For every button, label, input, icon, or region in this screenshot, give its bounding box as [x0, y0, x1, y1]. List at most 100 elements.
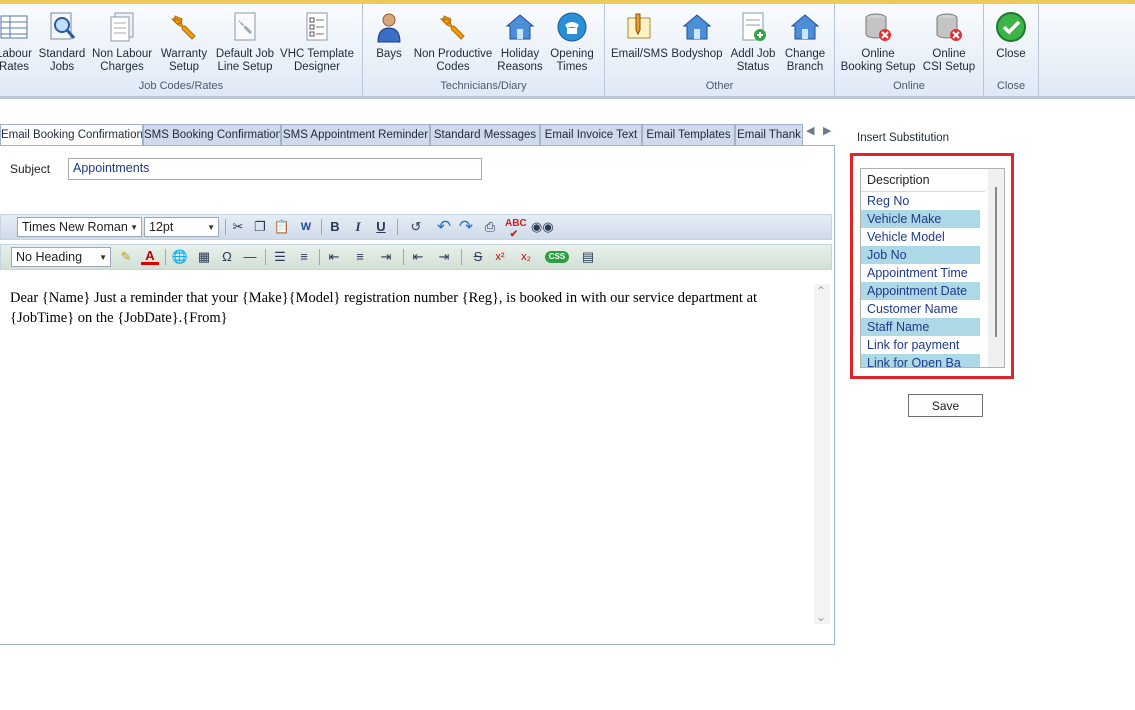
tab-email-invoice-text[interactable]: Email Invoice Text [540, 124, 642, 146]
ribbon-group-other: Email/SMS Bodyshop Addl Job Status Chang… [605, 4, 835, 96]
online-csi-setup-button[interactable]: Online CSI Setup [919, 10, 979, 74]
warranty-setup-button[interactable]: Warranty Setup [156, 10, 212, 74]
online-csi-setup-label: Online CSI Setup [922, 48, 976, 73]
copy-icon[interactable]: ❐ [251, 218, 269, 236]
substitution-item[interactable]: Link for Open Ba [861, 354, 980, 367]
save-button[interactable]: Save [908, 394, 983, 417]
vhc-template-designer-button[interactable]: VHC Template Designer [278, 10, 356, 74]
paste-icon[interactable]: 📋 [273, 218, 291, 236]
bold-icon[interactable]: B [326, 218, 344, 236]
align-center-icon[interactable]: ≡ [351, 248, 369, 266]
italic-icon[interactable]: I [349, 218, 367, 236]
non-labour-charges-button[interactable]: Non Labour Charges [92, 10, 152, 74]
font-color-icon[interactable]: A [141, 248, 159, 265]
checklist-icon [306, 12, 328, 41]
magnifier-doc-icon [50, 12, 76, 40]
substitution-item[interactable]: Staff Name [861, 318, 980, 336]
outdent-icon[interactable]: ⇤ [409, 248, 427, 266]
tab-email-booking-confirmation[interactable]: Email Booking Confirmation [0, 124, 143, 147]
non-productive-codes-button[interactable]: Non Productive Codes [413, 10, 493, 74]
paste-word-icon[interactable]: W [297, 218, 315, 236]
substitution-list[interactable]: Description Reg No Vehicle Make Vehicle … [860, 168, 1005, 368]
online-booking-setup-label: Online Booking Setup [840, 48, 916, 73]
tab-standard-messages[interactable]: Standard Messages [430, 124, 540, 146]
bays-button[interactable]: Bays [367, 10, 411, 61]
tab-scroll-left-icon[interactable]: ◀ [806, 124, 814, 137]
ribbon-group-job-codes: Labour Rates Standard Jobs Non Labour Ch… [0, 4, 363, 96]
labour-rates-button[interactable]: Labour Rates [0, 10, 40, 74]
undo-icon[interactable]: ↶ [435, 218, 453, 236]
bullet-list-icon[interactable]: ≡ [295, 248, 313, 266]
wrench-icon [171, 15, 196, 40]
scroll-up-icon[interactable]: ⌃ [816, 284, 826, 298]
subscript-icon[interactable]: x₂ [517, 248, 535, 266]
strikethrough-icon[interactable]: S [469, 248, 487, 266]
font-size-select[interactable]: 12pt ▼ [144, 217, 219, 237]
tab-email-templates[interactable]: Email Templates [642, 124, 735, 146]
highlight-pen-icon[interactable]: ✎ [117, 248, 135, 266]
print-icon[interactable]: ⎙ [481, 218, 499, 236]
pencil-note-icon [627, 13, 651, 39]
numbered-list-icon[interactable]: ☰ [271, 248, 289, 266]
editor-scrollbar[interactable]: ⌃ ⌄ [814, 284, 830, 624]
superscript-icon[interactable]: x² [491, 248, 509, 266]
substitution-item[interactable]: Reg No [861, 192, 980, 210]
change-branch-button[interactable]: Change Branch [779, 10, 831, 74]
substitution-item[interactable]: Appointment Time [861, 264, 980, 282]
cut-icon[interactable]: ✂ [229, 218, 247, 236]
online-booking-setup-button[interactable]: Online Booking Setup [839, 10, 917, 74]
toolbar-separator [225, 219, 226, 235]
subject-input[interactable]: Appointments [68, 158, 482, 180]
substitution-item[interactable]: Vehicle Make [861, 210, 980, 228]
heading-select[interactable]: No Heading ▼ [11, 247, 111, 267]
substitution-item[interactable]: Vehicle Model [861, 228, 980, 246]
align-left-icon[interactable]: ⇤ [325, 248, 343, 266]
email-sms-button[interactable]: Email/SMS [611, 10, 668, 61]
non-productive-codes-label: Non Productive Codes [413, 48, 493, 73]
css-icon[interactable]: CSS [545, 251, 569, 263]
table-icon[interactable]: ▦ [195, 248, 213, 266]
ribbon-group-close: Close Close [984, 4, 1039, 96]
bodyshop-button[interactable]: Bodyshop [671, 10, 723, 61]
house-icon [682, 14, 712, 40]
group-label-online: Online [893, 80, 925, 92]
phone-icon [557, 12, 587, 42]
indent-icon[interactable]: ⇥ [435, 248, 453, 266]
addl-job-status-button[interactable]: Addl Job Status [727, 10, 779, 74]
special-char-omega-icon[interactable]: Ω [218, 248, 236, 266]
horizontal-rule-icon[interactable]: — [241, 248, 259, 266]
insert-image-icon[interactable]: ▤ [579, 248, 597, 266]
substitution-item[interactable]: Link for payment [861, 336, 980, 354]
ribbon-group-technicians: Bays Non Productive Codes Holiday Reason… [363, 4, 605, 96]
substitution-scrollbar[interactable] [988, 169, 1004, 367]
close-button[interactable]: Close [988, 10, 1034, 61]
substitution-item[interactable]: Appointment Date [861, 282, 980, 300]
tab-sms-appointment-reminder[interactable]: SMS Appointment Reminder [281, 124, 430, 146]
tab-scroll-right-icon[interactable]: ▶ [823, 124, 831, 137]
spellcheck-icon[interactable]: ABC ✔ [505, 218, 527, 240]
wrench-icon [440, 15, 465, 40]
find-binoculars-icon[interactable]: ◉◉ [531, 218, 554, 236]
change-branch-label: Change Branch [784, 48, 826, 73]
tab-sms-booking-confirmation[interactable]: SMS Booking Confirmation [143, 124, 281, 146]
redo-icon[interactable]: ↷ [457, 218, 475, 236]
substitution-item[interactable]: Customer Name [861, 300, 980, 318]
standard-jobs-button[interactable]: Standard Jobs [36, 10, 88, 74]
font-name-select[interactable]: Times New Roman ▼ [17, 217, 142, 237]
scroll-thumb[interactable] [995, 187, 997, 337]
toolbar-separator [461, 249, 462, 265]
underline-icon[interactable]: U [372, 218, 390, 236]
ribbon-group-online: Online Booking Setup Online CSI Setup On… [835, 4, 984, 96]
refresh-icon[interactable]: ↺ [407, 218, 425, 236]
tab-email-thank[interactable]: Email Thank [735, 124, 803, 146]
substitution-item[interactable]: Job No [861, 246, 980, 264]
align-right-icon[interactable]: ⇥ [377, 248, 395, 266]
email-body-editor[interactable]: Dear {Name} Just a reminder that your {M… [10, 288, 800, 328]
holiday-reasons-button[interactable]: Holiday Reasons [495, 10, 545, 74]
scroll-down-icon[interactable]: ⌄ [816, 610, 826, 624]
opening-times-button[interactable]: Opening Times [547, 10, 597, 74]
default-job-line-setup-button[interactable]: Default Job Line Setup [214, 10, 276, 74]
heading-value: No Heading [16, 250, 83, 264]
hyperlink-globe-icon[interactable]: 🌐 [171, 248, 189, 266]
labour-rates-label: Labour Rates [0, 48, 32, 73]
